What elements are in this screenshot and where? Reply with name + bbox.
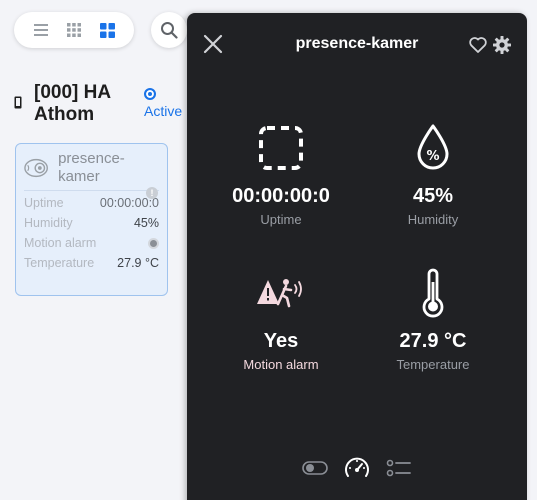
tile-uptime[interactable]: 00:00:00:0 Uptime bbox=[206, 120, 356, 227]
card-row-motion-alarm: Motion alarm bbox=[24, 233, 159, 253]
large-grid-view-button[interactable] bbox=[96, 19, 118, 41]
tile-motion-alarm[interactable]: Yes Motion alarm bbox=[206, 265, 356, 372]
tile-label: Temperature bbox=[396, 357, 470, 372]
list-icon bbox=[33, 24, 48, 36]
row-value: 45% bbox=[133, 216, 159, 230]
gauge-view-button[interactable] bbox=[344, 456, 370, 480]
tile-label: Humidity bbox=[407, 212, 459, 227]
card-row-uptime: Uptime 00:00:00:0 bbox=[24, 193, 159, 213]
search-icon bbox=[161, 22, 178, 39]
device-icon bbox=[14, 96, 22, 109]
motion-alarm-icon bbox=[257, 279, 302, 308]
row-label: Uptime bbox=[24, 196, 64, 210]
card-device-name: presence-kamer bbox=[58, 150, 125, 185]
search-button[interactable] bbox=[151, 12, 187, 48]
heart-icon bbox=[469, 37, 487, 53]
row-label: Humidity bbox=[24, 216, 73, 230]
card-divider bbox=[24, 190, 159, 191]
tile-label: Uptime bbox=[260, 212, 302, 227]
row-value: 27.9 °C bbox=[117, 256, 159, 270]
grid-small-icon bbox=[66, 23, 81, 37]
small-grid-view-button[interactable] bbox=[63, 19, 85, 41]
settings-button[interactable] bbox=[492, 35, 512, 55]
device-title: [000] HA Athom bbox=[34, 82, 111, 125]
toggle-view-button[interactable] bbox=[302, 456, 328, 480]
row-label: Temperature bbox=[24, 256, 95, 270]
active-status[interactable]: Active bbox=[144, 88, 182, 119]
active-label: Active bbox=[144, 103, 183, 119]
grid-large-icon bbox=[99, 22, 115, 38]
view-switcher bbox=[14, 12, 134, 48]
humidity-icon: % bbox=[417, 124, 449, 170]
device-card[interactable]: presence-kamer ! Uptime 00:00:00:0 Humid… bbox=[15, 143, 168, 296]
toggle-icon bbox=[302, 461, 328, 475]
favorite-button[interactable] bbox=[468, 35, 488, 55]
tile-temperature[interactable]: 27.9 °C Temperature bbox=[358, 265, 508, 372]
thermometer-icon bbox=[422, 268, 444, 318]
tile-value: 00:00:00:0 bbox=[232, 185, 330, 207]
presence-sensor-icon bbox=[24, 158, 48, 178]
device-header: [000] HA Athom bbox=[14, 82, 134, 126]
active-radio[interactable] bbox=[144, 88, 156, 100]
warning-icon: ! bbox=[146, 187, 158, 199]
tile-value: Yes bbox=[263, 330, 299, 352]
details-list-button[interactable] bbox=[386, 456, 412, 480]
uptime-icon bbox=[259, 126, 303, 170]
alarm-indicator bbox=[148, 237, 159, 249]
panel-bottom-toolbar bbox=[187, 456, 527, 480]
list-settings-icon bbox=[386, 459, 411, 477]
gear-icon bbox=[493, 36, 511, 54]
tile-value: 27.9 °C bbox=[399, 330, 467, 352]
device-detail-panel: presence-kamer 00:00:00:0 Uptime % 45% H… bbox=[187, 13, 527, 500]
card-row-temperature: Temperature 27.9 °C bbox=[24, 253, 159, 273]
card-header: presence-kamer bbox=[24, 150, 159, 186]
gauge-icon bbox=[345, 457, 369, 477]
tile-value: 45% bbox=[412, 185, 454, 207]
row-label: Motion alarm bbox=[24, 236, 97, 250]
tile-label: Motion alarm bbox=[243, 357, 319, 372]
tile-humidity[interactable]: % 45% Humidity bbox=[358, 120, 508, 227]
card-row-humidity: Humidity 45% bbox=[24, 213, 159, 233]
list-view-button[interactable] bbox=[30, 19, 52, 41]
svg-text:%: % bbox=[426, 149, 439, 164]
